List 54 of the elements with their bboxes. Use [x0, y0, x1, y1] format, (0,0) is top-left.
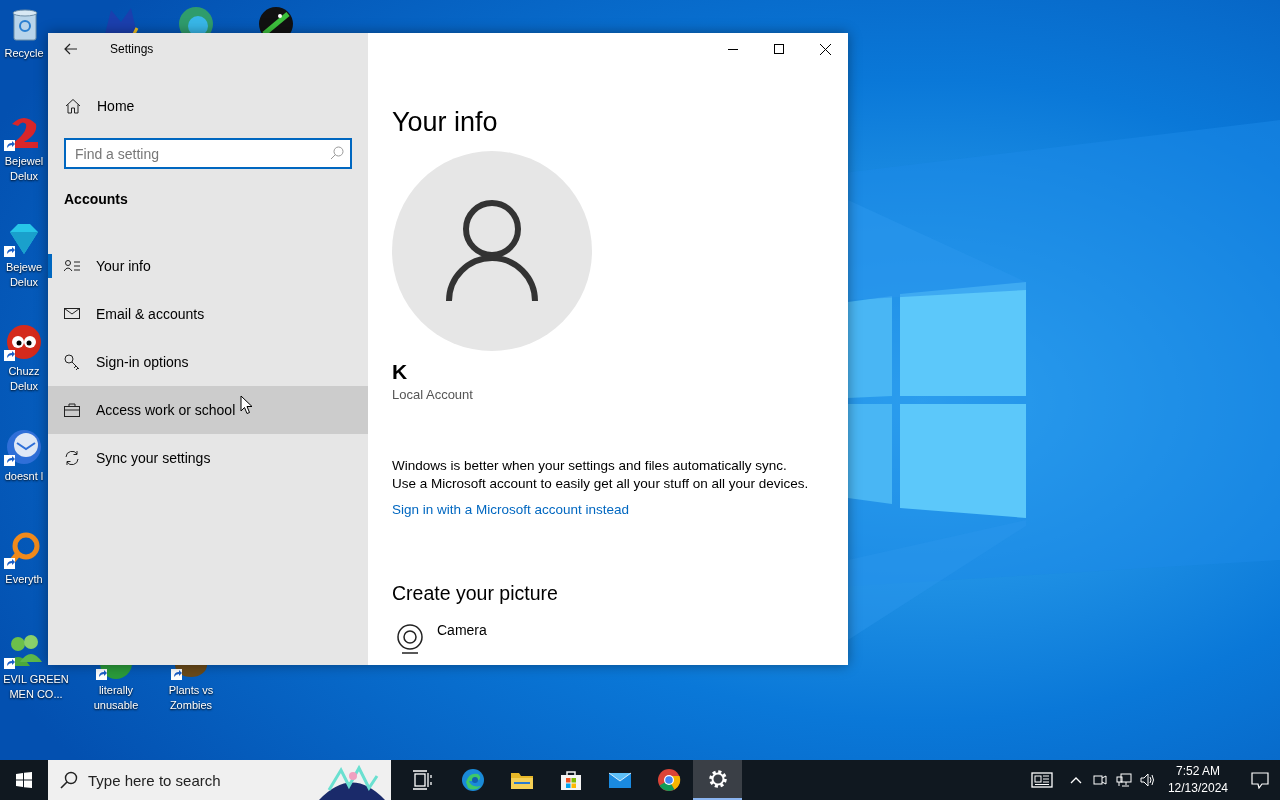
back-arrow-icon — [64, 43, 78, 55]
app-icon[interactable] — [4, 427, 44, 467]
windows-logo-icon — [16, 772, 32, 788]
option-label[interactable]: Camera — [437, 622, 487, 638]
work-icon — [64, 402, 80, 418]
icon-label: Everyth — [5, 572, 43, 587]
news-icon — [1030, 772, 1053, 788]
icon-label: Plants vs Zombies — [168, 683, 214, 713]
nav-item[interactable]: Access work or school — [48, 386, 368, 434]
nav-item[interactable]: Your info — [48, 242, 368, 290]
icon-label: Chuzz Delux — [8, 364, 40, 394]
page-heading: Your info — [392, 106, 499, 139]
shopping-bag-icon — [558, 768, 583, 792]
close-icon — [819, 43, 831, 55]
browser-icon — [656, 768, 681, 792]
search-field[interactable]: Find a setting — [64, 138, 352, 169]
icon-label: Bejewe Delux — [5, 260, 43, 290]
email-icon — [64, 306, 80, 322]
taskbar-search-field[interactable]: Type here to search — [48, 760, 391, 800]
network-icon — [1115, 773, 1132, 787]
search-icon — [60, 771, 78, 789]
camera-icon — [395, 624, 425, 654]
sync-message: Windows is better when your settings and files automatically sync. Use a Microsoft account to easily get all your stuff on all your devices. — [392, 457, 810, 493]
icon-label: Bejewel Delux — [4, 154, 44, 184]
icon-label: literally unusable — [93, 683, 139, 713]
nav-item[interactable]: Sync your settings — [48, 434, 368, 482]
info-icon — [64, 258, 80, 274]
browser-icon — [460, 768, 485, 792]
nav-item[interactable]: Email & accounts — [48, 290, 368, 338]
chevron-up-icon — [1069, 776, 1082, 784]
icon-label: EVIL GREEN MEN CO... — [3, 672, 69, 702]
sign-in-link[interactable]: Sign in with a Microsoft account instead — [392, 502, 630, 517]
home-icon — [65, 98, 81, 114]
account-type: Local Account — [392, 387, 474, 402]
section-heading: Accounts — [64, 191, 129, 208]
icon-label: doesnt l — [4, 469, 44, 484]
section-heading: Create your picture — [392, 581, 559, 606]
clock[interactable]: 7:52 AM 12/13/2024 — [1159, 763, 1236, 797]
search-icon — [330, 146, 344, 160]
person-icon — [446, 199, 538, 303]
nav-item[interactable]: Sign-in options — [48, 338, 368, 386]
taskbar-button[interactable] — [693, 760, 742, 800]
window-title: Settings — [110, 42, 154, 56]
key-icon — [64, 354, 80, 370]
app-icon[interactable] — [4, 322, 44, 362]
maximize-icon — [774, 44, 784, 54]
speech-bubble-icon — [1251, 771, 1269, 789]
speaker-icon — [1139, 773, 1156, 787]
user-name: K — [392, 359, 409, 385]
home-item[interactable]: Home — [48, 82, 368, 130]
camera-icon — [1092, 772, 1107, 788]
icon-label: Recycle — [4, 46, 44, 61]
sync-icon — [64, 450, 80, 466]
pointer-icon — [240, 395, 253, 415]
